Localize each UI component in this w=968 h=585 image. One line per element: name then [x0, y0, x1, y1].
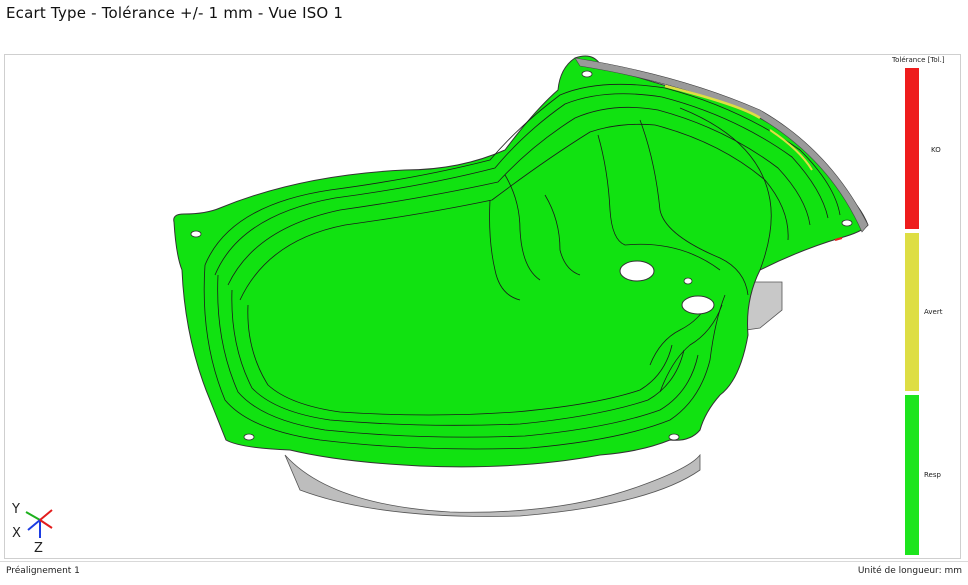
axis-label-x: X	[12, 526, 21, 541]
alignment-status: Préalignement 1	[6, 566, 80, 576]
large-hole	[619, 260, 655, 282]
status-bar: Préalignement 1 Unité de longueur: mm	[0, 561, 968, 585]
mount-hole	[243, 433, 255, 441]
axis-label-z: Z	[34, 541, 43, 556]
legend-bar-ko	[905, 68, 919, 229]
legend-label-avert: Avert	[924, 308, 943, 316]
mount-hole	[668, 433, 680, 441]
mount-hole	[190, 230, 202, 238]
mount-hole	[581, 70, 593, 78]
unit-status: Unité de longueur: mm	[857, 566, 962, 576]
large-hole	[681, 295, 715, 315]
legend-label-ko: KO	[931, 146, 941, 154]
legend-bar-resp	[905, 395, 919, 555]
part-3d-model[interactable]	[0, 0, 968, 584]
legend-title: Tolérance [Tol.]	[892, 56, 945, 64]
small-hole	[683, 277, 693, 285]
mount-hole	[841, 219, 853, 227]
legend-label-resp: Resp	[924, 471, 941, 479]
axis-label-y: Y	[12, 502, 20, 517]
legend-bar-avert	[905, 233, 919, 391]
